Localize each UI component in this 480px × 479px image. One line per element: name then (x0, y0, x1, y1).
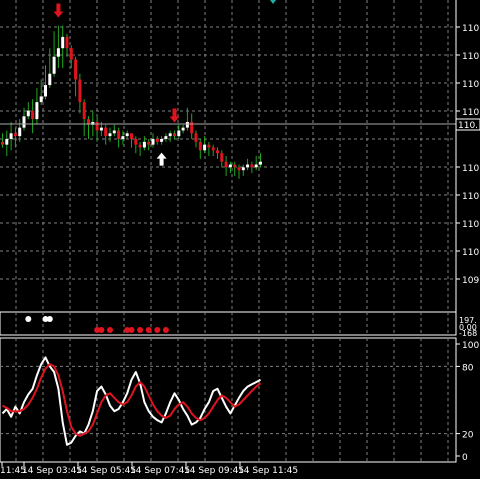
bear-candle (250, 164, 254, 168)
time-label: 14 Sep 05:45 (76, 466, 136, 476)
price-label: 110. (462, 108, 480, 118)
bear-candle (65, 36, 69, 49)
red-dot (145, 327, 152, 333)
bull-candle (35, 102, 39, 120)
bear-candle (224, 161, 228, 168)
bull-candle (5, 138, 9, 145)
bull-candle (56, 48, 60, 57)
price-label: 109. (462, 276, 480, 286)
bull-candle (160, 138, 164, 142)
bull-candle (44, 85, 47, 97)
red-dot (137, 327, 144, 333)
bear-candle (237, 167, 241, 171)
bull-candle (142, 141, 146, 148)
bull-candle (125, 133, 129, 137)
bull-candle (99, 127, 103, 131)
bear-candle (95, 121, 99, 131)
bull-candle (121, 136, 125, 139)
price-label: 110. (462, 52, 480, 62)
bear-candle (117, 130, 121, 139)
bear-candle (233, 164, 237, 168)
bull-candle (9, 133, 13, 139)
indicator1-label-bottom: -168 (459, 329, 477, 338)
bear-candle (138, 144, 142, 148)
bull-candle (254, 164, 258, 168)
white-dot (25, 316, 32, 322)
bull-candle (112, 130, 116, 134)
red-dot (154, 327, 161, 333)
bull-candle (39, 96, 43, 103)
red-dot (128, 327, 135, 333)
bull-candle (52, 56, 56, 74)
bear-candle (69, 48, 73, 60)
bull-candle (177, 130, 181, 137)
bull-candle (26, 110, 30, 117)
price-label: 110. (462, 192, 480, 202)
bull-candle (185, 121, 189, 128)
stoch-label: 0 (462, 453, 468, 463)
bear-candle (207, 144, 211, 148)
price-label: 110. (462, 220, 480, 230)
bull-candle (246, 164, 250, 168)
price-label: 110. (462, 80, 480, 90)
bull-candle (181, 127, 185, 131)
red-dot (162, 327, 169, 333)
bear-candle (216, 150, 219, 154)
price-label: 110. (462, 248, 480, 258)
time-label: 14 Sep 07:45 (130, 466, 190, 476)
bear-candle (173, 133, 176, 137)
bull-candle (203, 144, 207, 151)
current-price-label: 110. (458, 121, 478, 131)
bull-candle (22, 116, 26, 128)
bear-candle (78, 79, 82, 103)
red-dot (107, 327, 113, 333)
bull-candle (108, 133, 112, 137)
bear-candle (130, 133, 133, 139)
price-label: 110. (462, 164, 480, 174)
bull-candle (18, 127, 22, 137)
bear-candle (147, 141, 151, 145)
time-label: 14 Sep 09:45 (184, 466, 244, 476)
chart-background (0, 0, 480, 479)
bear-candle (1, 141, 4, 145)
bear-candle (220, 153, 224, 162)
bull-candle (241, 167, 245, 171)
white-dot (46, 316, 53, 322)
bear-candle (194, 133, 198, 142)
bear-candle (13, 133, 17, 137)
bull-candle (61, 36, 65, 49)
bear-candle (155, 138, 159, 142)
red-dot (98, 327, 105, 333)
stoch-label: 80 (462, 363, 474, 373)
bear-candle (74, 59, 78, 80)
bull-candle (164, 136, 168, 139)
bull-candle (259, 161, 262, 165)
bear-candle (82, 102, 86, 120)
bull-candle (228, 164, 232, 168)
stoch-label: 100 (462, 341, 479, 351)
bear-candle (211, 147, 215, 151)
stoch-label: 20 (462, 431, 474, 441)
trading-chart[interactable]: 110. 110. 110. 110. 110. 110. 110. 110. 109. 110… (0, 0, 480, 479)
price-label: 110. (462, 24, 480, 34)
bear-candle (198, 141, 202, 151)
time-label: 14 Sep 03:45 (22, 466, 82, 476)
time-label: 14 Sep 11:45 (238, 466, 298, 476)
bull-candle (168, 133, 172, 137)
bear-candle (104, 127, 108, 137)
bull-candle (48, 73, 52, 86)
bear-candle (134, 138, 138, 145)
bull-candle (151, 138, 155, 145)
bear-candle (31, 110, 35, 120)
